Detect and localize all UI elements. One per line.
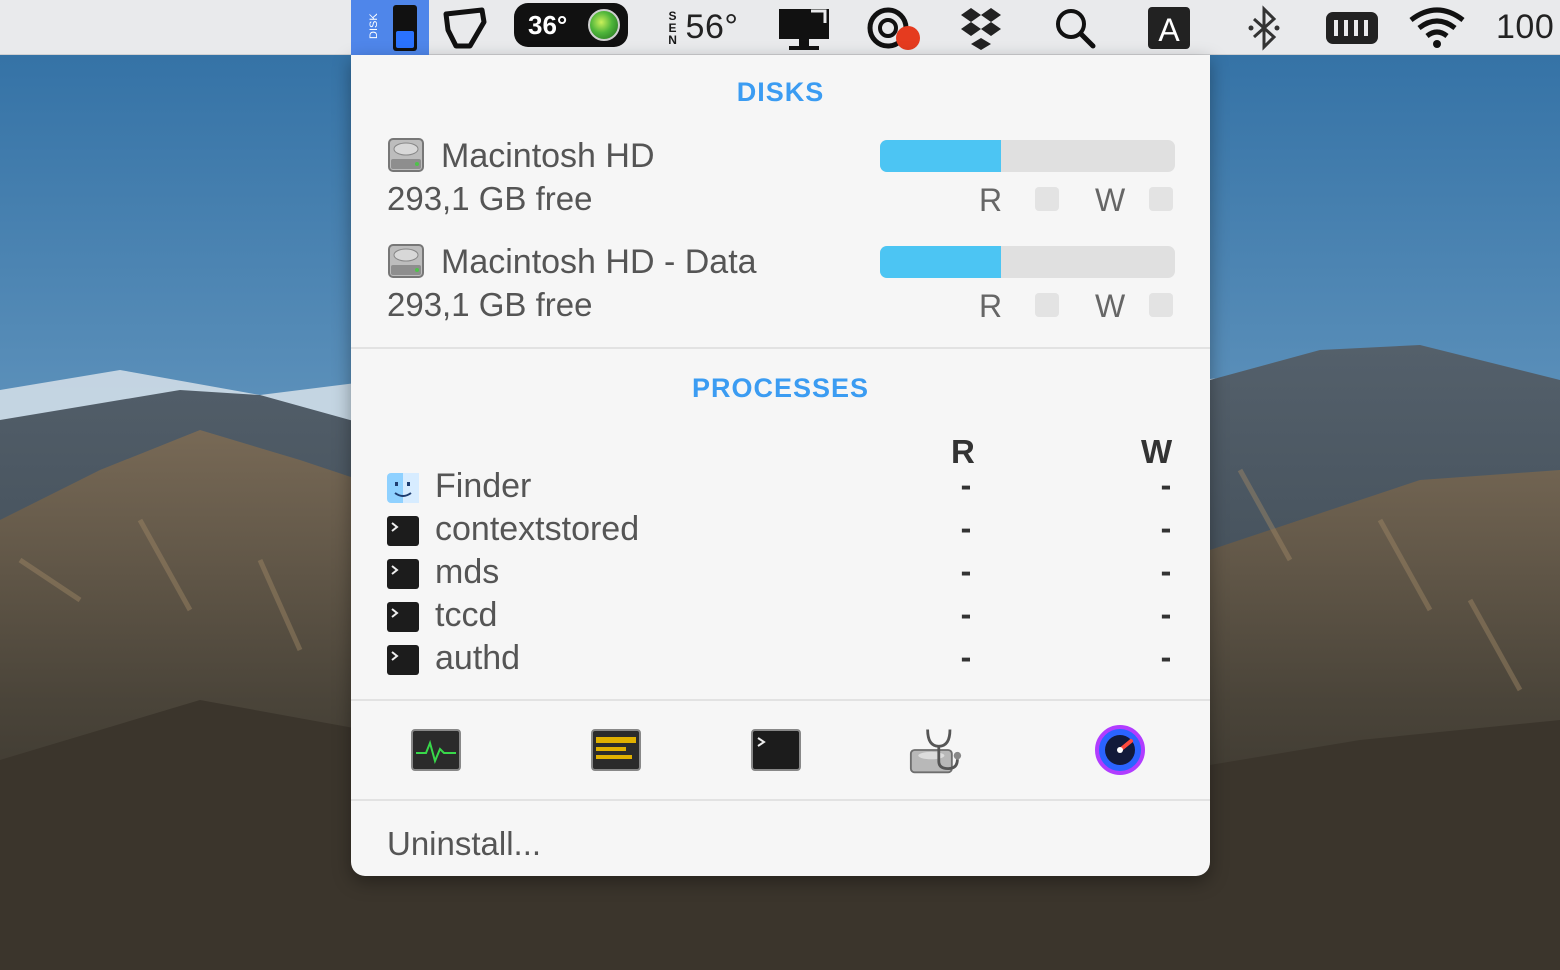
disk-row[interactable]: Macintosh HD 293,1 GB free R W [387, 135, 1177, 225]
disk-usage-fill [880, 246, 1001, 278]
uninstall-menu-item[interactable]: Uninstall... [387, 825, 541, 863]
process-read-value: - [960, 510, 972, 546]
disk-monitor-popover: DISKS Macintosh HD 293,1 GB free R W Mac… [351, 55, 1210, 876]
disk-utility-icon [909, 729, 962, 774]
section-divider [351, 347, 1210, 349]
disk-name: Macintosh HD [441, 137, 655, 175]
write-label: W [1095, 288, 1126, 324]
process-row[interactable]: Finder - - [387, 467, 1177, 509]
disk-free-space: 293,1 GB free [387, 180, 593, 217]
dropbox-icon [961, 7, 1001, 50]
activity-monitor-button[interactable] [409, 725, 463, 775]
processes-section-title: PROCESSES [691, 373, 870, 403]
hard-drive-icon [388, 138, 424, 172]
write-activity-indicator [1149, 187, 1173, 211]
disk-monitor-menubar-item[interactable]: DISK [351, 0, 429, 55]
fan-status-icon [588, 9, 620, 41]
svg-text:DISK: DISK [368, 12, 380, 38]
process-row[interactable]: tccd - - [387, 596, 1177, 638]
console-button[interactable] [589, 725, 643, 775]
spotlight-menubar-item[interactable] [1052, 0, 1098, 55]
temperature-pill[interactable]: 36° [514, 3, 628, 47]
sensor-abbrev-icon: SEN [668, 8, 677, 47]
write-activity-indicator [1149, 293, 1173, 317]
process-write-value: - [1160, 510, 1172, 546]
process-read-value: - [960, 596, 972, 632]
write-column-header: W [1141, 433, 1173, 470]
disks-section-title: DISKS [736, 77, 825, 107]
read-label: R [979, 288, 1003, 324]
terminal-icon [387, 516, 419, 546]
terminal-icon [387, 559, 419, 589]
dropbox-menubar-item[interactable] [958, 0, 1004, 55]
memory-menubar-item[interactable] [1324, 0, 1380, 55]
process-row[interactable]: contextstored - - [387, 510, 1177, 552]
screen-menubar-item[interactable] [776, 0, 832, 55]
disk-free-space: 293,1 GB free [387, 286, 593, 323]
disk-utility-button[interactable] [909, 725, 963, 775]
hard-drive-icon [388, 244, 424, 278]
process-row[interactable]: mds - - [387, 553, 1177, 595]
disk-name: Macintosh HD - Data [441, 243, 757, 281]
process-name: authd [435, 639, 521, 677]
disk-row[interactable]: Macintosh HD - Data 293,1 GB free R W [387, 241, 1177, 331]
section-divider [351, 699, 1210, 701]
process-name: contextstored [435, 510, 640, 548]
disk-usage-bar [880, 140, 1175, 172]
terminal-button[interactable] [749, 725, 803, 775]
terminal-icon [387, 645, 419, 675]
process-name: mds [435, 553, 500, 591]
activity-monitor-icon [411, 729, 461, 771]
disk-monitor-icon: DISK [368, 4, 417, 51]
search-icon [1056, 8, 1096, 48]
section-divider [351, 799, 1210, 801]
screen-icon [779, 8, 829, 50]
memory-icon [1326, 11, 1378, 44]
sensor-value: 56° [685, 8, 739, 46]
terminal-icon [387, 602, 419, 632]
bluetooth-menubar-item[interactable] [1244, 0, 1284, 55]
read-column-header: R [951, 433, 975, 470]
process-write-value: - [1160, 467, 1172, 503]
process-name: Finder [435, 467, 532, 505]
battery-percentage: 100 [1496, 8, 1555, 46]
read-activity-indicator [1035, 187, 1059, 211]
process-row[interactable]: authd - - [387, 639, 1177, 681]
sensor-menubar-item[interactable]: SEN 56° [652, 0, 752, 55]
display-menubar-item[interactable] [440, 0, 492, 55]
backup-menubar-item[interactable] [862, 0, 924, 55]
disk-usage-fill [880, 140, 1001, 172]
istatistica-icon [1095, 725, 1145, 775]
bluetooth-icon [1248, 4, 1280, 51]
process-read-value: - [960, 467, 972, 503]
process-name: tccd [435, 596, 498, 634]
console-icon [591, 729, 641, 771]
istatistica-button[interactable] [1093, 725, 1147, 775]
read-activity-indicator [1035, 293, 1059, 317]
wifi-menubar-item[interactable] [1406, 0, 1468, 55]
backup-icon [867, 7, 920, 50]
terminal-icon [751, 729, 801, 771]
battery-menubar-item[interactable]: 100 [1496, 0, 1560, 55]
disk-usage-bar [880, 246, 1175, 278]
process-write-value: - [1160, 596, 1172, 632]
finder-icon [387, 473, 419, 503]
process-write-value: - [1160, 639, 1172, 675]
svg-text:A: A [1158, 12, 1180, 48]
process-write-value: - [1160, 553, 1172, 589]
menu-bar: DISK 36° SEN 56° A 100 [0, 0, 1560, 55]
temperature-value: 36° [528, 9, 568, 40]
process-read-value: - [960, 639, 972, 675]
process-read-value: - [960, 553, 972, 589]
wifi-icon [1409, 7, 1465, 48]
display-icon [443, 7, 487, 48]
keyboard-input-icon: A [1148, 6, 1190, 49]
input-source-menubar-item[interactable]: A [1146, 0, 1192, 55]
write-label: W [1095, 182, 1126, 218]
read-label: R [979, 182, 1003, 218]
